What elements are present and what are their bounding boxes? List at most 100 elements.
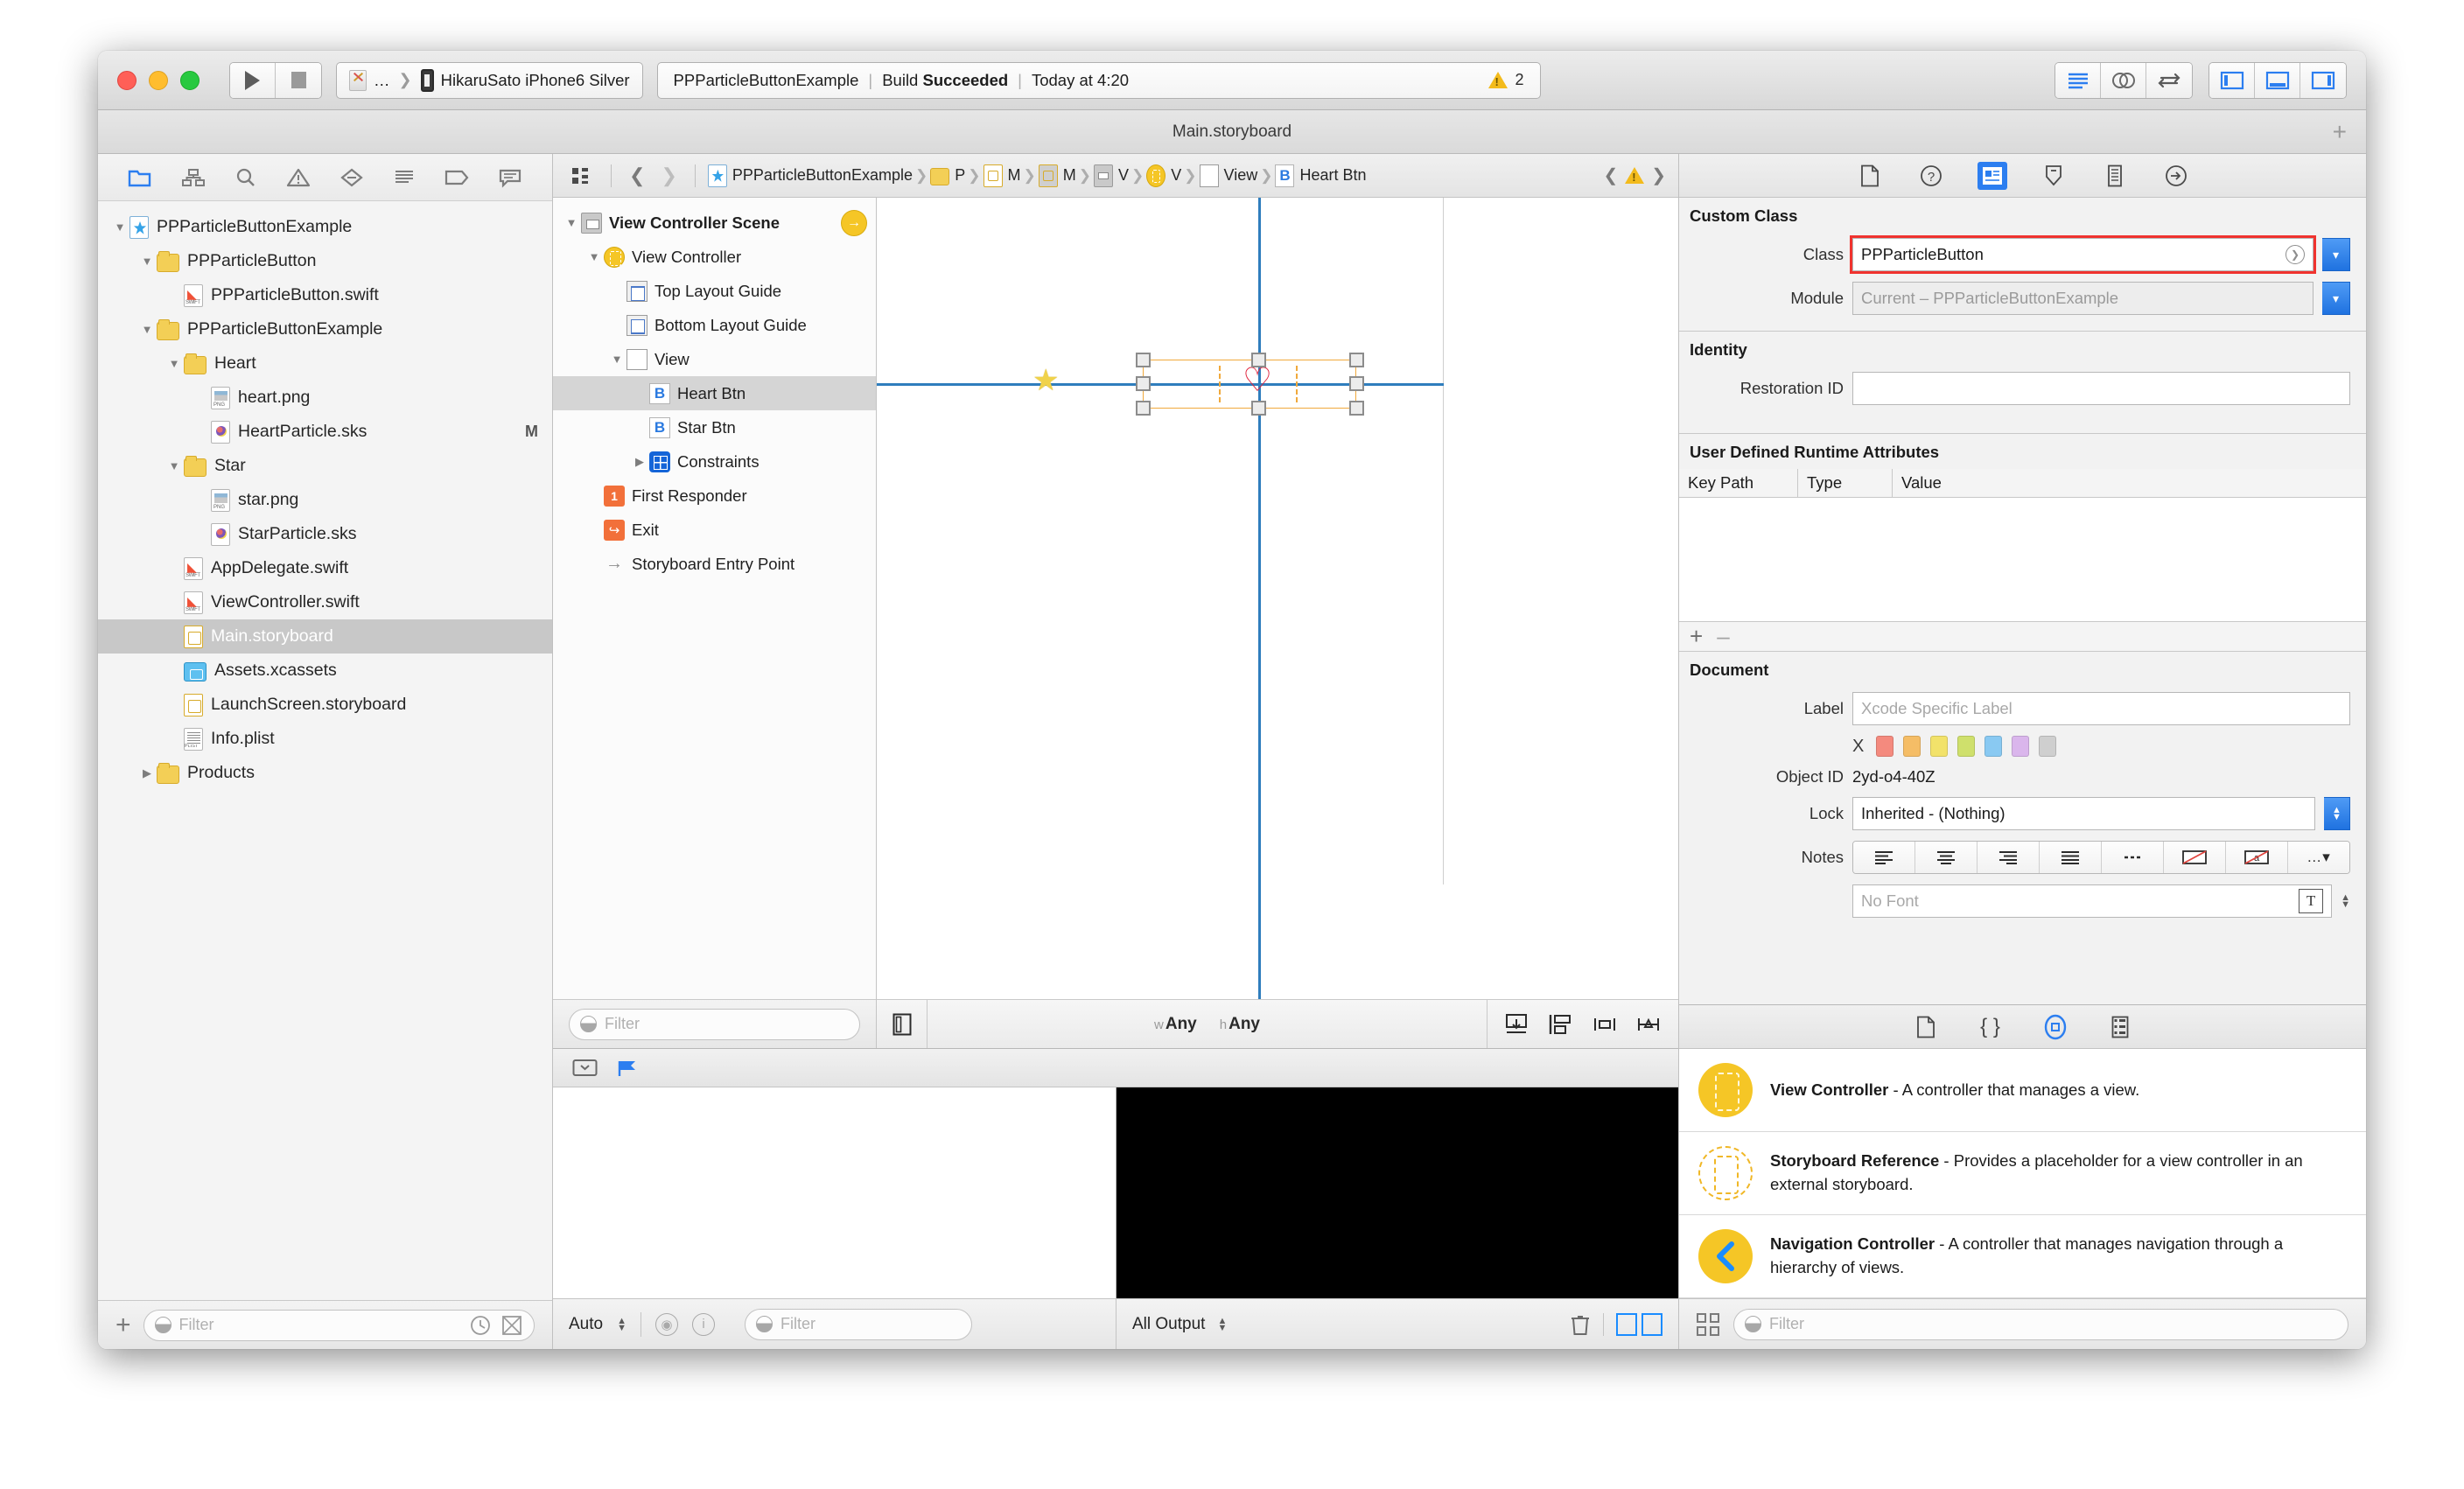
label-color-yellow[interactable]: [1930, 736, 1949, 757]
label-color-blue[interactable]: [1984, 736, 2003, 757]
file-tree-row[interactable]: ▼ PPParticleButtonExample: [98, 210, 552, 244]
label-color-green[interactable]: [1957, 736, 1976, 757]
variables-view[interactable]: [553, 1087, 1116, 1298]
pin-icon[interactable]: [1636, 1013, 1661, 1036]
size-inspector-tab[interactable]: [2100, 162, 2130, 190]
minimize-window-button[interactable]: [149, 70, 168, 90]
no-font-color-button[interactable]: a: [2226, 842, 2288, 873]
disclosure-triangle-open-icon[interactable]: ▼: [607, 353, 626, 366]
file-tree-row[interactable]: ▼ PPParticleButton: [98, 244, 552, 278]
navigator-filter-input[interactable]: Filter: [143, 1309, 535, 1341]
outline-row[interactable]: B Heart Btn: [553, 376, 876, 410]
breadcrumb-item[interactable]: V: [1094, 164, 1129, 187]
issues-summary[interactable]: 2: [1488, 71, 1524, 89]
file-tree-row[interactable]: StarParticle.sks: [98, 517, 552, 551]
class-input[interactable]: PPParticleButton ❯: [1850, 235, 2316, 274]
file-tree-row[interactable]: ViewController.swift: [98, 585, 552, 619]
file-tree-row[interactable]: Main.storyboard: [98, 619, 552, 654]
add-editor-button[interactable]: +: [2333, 119, 2347, 144]
auto-scope-label[interactable]: Auto: [569, 1315, 603, 1334]
align-right-button[interactable]: [1978, 842, 2040, 873]
breadcrumb-item[interactable]: PPParticleButtonExample: [707, 164, 913, 187]
outline-row[interactable]: B Star Btn: [553, 410, 876, 444]
breakpoint-navigator-icon[interactable]: [444, 167, 469, 188]
star-button-preview[interactable]: ★: [1032, 366, 1059, 395]
file-tree-row[interactable]: heart.png: [98, 381, 552, 415]
test-navigator-icon[interactable]: [340, 167, 364, 188]
outline-row[interactable]: ▶ Constraints: [553, 444, 876, 479]
resize-handle-bottom-left[interactable]: [1136, 401, 1151, 416]
project-navigator-icon[interactable]: [128, 167, 152, 188]
disclosure-triangle-closed-icon[interactable]: ▶: [137, 766, 157, 780]
run-button[interactable]: [230, 62, 276, 98]
outline-row[interactable]: ▼ View: [553, 342, 876, 376]
font-panel-icon[interactable]: T: [2299, 889, 2324, 913]
previous-issue-button[interactable]: ❮: [1603, 164, 1618, 186]
breadcrumb-item[interactable]: M: [1038, 164, 1076, 187]
attributes-inspector-tab[interactable]: [2039, 162, 2068, 190]
module-dropdown-button[interactable]: ▾: [2322, 282, 2350, 315]
clear-label-color-button[interactable]: X: [1852, 737, 1864, 757]
source-control-navigator-icon[interactable]: [181, 167, 206, 188]
scheme-selector[interactable]: … ❯ HikaruSato iPhone6 Silver: [336, 61, 643, 99]
file-tree-row[interactable]: Info.plist: [98, 722, 552, 756]
breadcrumb-item[interactable]: View: [1199, 164, 1257, 187]
notes-font-input[interactable]: No Font T: [1852, 884, 2333, 918]
outline-row[interactable]: Top Layout Guide: [553, 274, 876, 308]
outline-row[interactable]: ▼ View Controller: [553, 240, 876, 274]
maximize-window-button[interactable]: [180, 70, 200, 90]
align-icon[interactable]: [1592, 1013, 1617, 1036]
hide-debug-area-icon[interactable]: [572, 1058, 600, 1079]
related-items-button[interactable]: [565, 165, 598, 186]
toggle-debug-area-button[interactable]: [2255, 62, 2300, 98]
remove-runtime-attribute-button[interactable]: –: [1717, 623, 1729, 650]
scene-entry-point-icon[interactable]: →: [841, 209, 867, 236]
go-back-button[interactable]: ❮: [624, 164, 650, 187]
library-item[interactable]: View Controller - A controller that mana…: [1679, 1049, 2366, 1132]
jump-to-definition-icon[interactable]: ❯: [2286, 245, 2305, 264]
object-library-list[interactable]: View Controller - A controller that mana…: [1679, 1049, 2366, 1298]
file-tree-row[interactable]: ▼ PPParticleButtonExample: [98, 312, 552, 346]
document-label-input[interactable]: Xcode Specific Label: [1852, 692, 2350, 725]
file-template-library-tab[interactable]: [1911, 1013, 1941, 1041]
resize-handle-top-left[interactable]: [1136, 353, 1151, 367]
flag-icon[interactable]: [616, 1058, 642, 1079]
media-library-tab[interactable]: [2105, 1013, 2135, 1041]
disclosure-triangle-open-icon[interactable]: ▼: [110, 220, 130, 234]
lock-stepper[interactable]: ▲ ▼: [2324, 797, 2350, 830]
add-file-button[interactable]: +: [116, 1311, 131, 1339]
debug-navigator-icon[interactable]: [392, 167, 416, 188]
toggle-document-outline-button[interactable]: [877, 1000, 928, 1048]
identity-inspector-tab[interactable]: [1977, 161, 2007, 190]
activity-status-view[interactable]: PPParticleButtonExample | Build Succeede…: [656, 61, 1541, 99]
outline-filter-input[interactable]: Filter: [569, 1008, 860, 1040]
no-background-color-button[interactable]: [2164, 842, 2226, 873]
breadcrumb-item[interactable]: M: [983, 164, 1021, 187]
stop-button[interactable]: [276, 62, 321, 98]
toggle-navigator-button[interactable]: [2209, 62, 2255, 98]
connections-inspector-tab[interactable]: [2161, 162, 2191, 190]
resize-handle-middle-right[interactable]: [1349, 376, 1364, 391]
resolve-auto-layout-issues-icon[interactable]: [1505, 1013, 1530, 1036]
close-window-button[interactable]: [117, 70, 136, 90]
code-snippet-library-tab[interactable]: { }: [1976, 1013, 2006, 1041]
breadcrumb-item[interactable]: B Heart Btn: [1275, 164, 1367, 187]
assistant-editor-button[interactable]: [2101, 62, 2146, 98]
disclosure-triangle-open-icon[interactable]: ▼: [137, 255, 157, 268]
disclosure-triangle-open-icon[interactable]: ▼: [562, 216, 581, 229]
version-editor-button[interactable]: [2146, 62, 2192, 98]
outline-row[interactable]: ↪ Exit: [553, 513, 876, 547]
library-filter-input[interactable]: Filter: [1733, 1308, 2348, 1340]
dashed-line-button[interactable]: [2102, 842, 2164, 873]
more-options-button[interactable]: …▾: [2288, 842, 2349, 873]
label-color-purple[interactable]: [2012, 736, 2030, 757]
warning-icon[interactable]: [1625, 167, 1645, 184]
recent-files-icon[interactable]: [469, 1314, 492, 1337]
align-justify-button[interactable]: [2040, 842, 2102, 873]
library-view-mode-icon[interactable]: [1697, 1312, 1719, 1336]
console-view[interactable]: [1116, 1087, 1678, 1298]
outline-row[interactable]: ▼ View Controller Scene →: [553, 206, 876, 240]
breadcrumb-item[interactable]: V: [1146, 164, 1181, 187]
disclosure-triangle-open-icon[interactable]: ▼: [164, 357, 184, 370]
report-navigator-icon[interactable]: [498, 167, 522, 188]
